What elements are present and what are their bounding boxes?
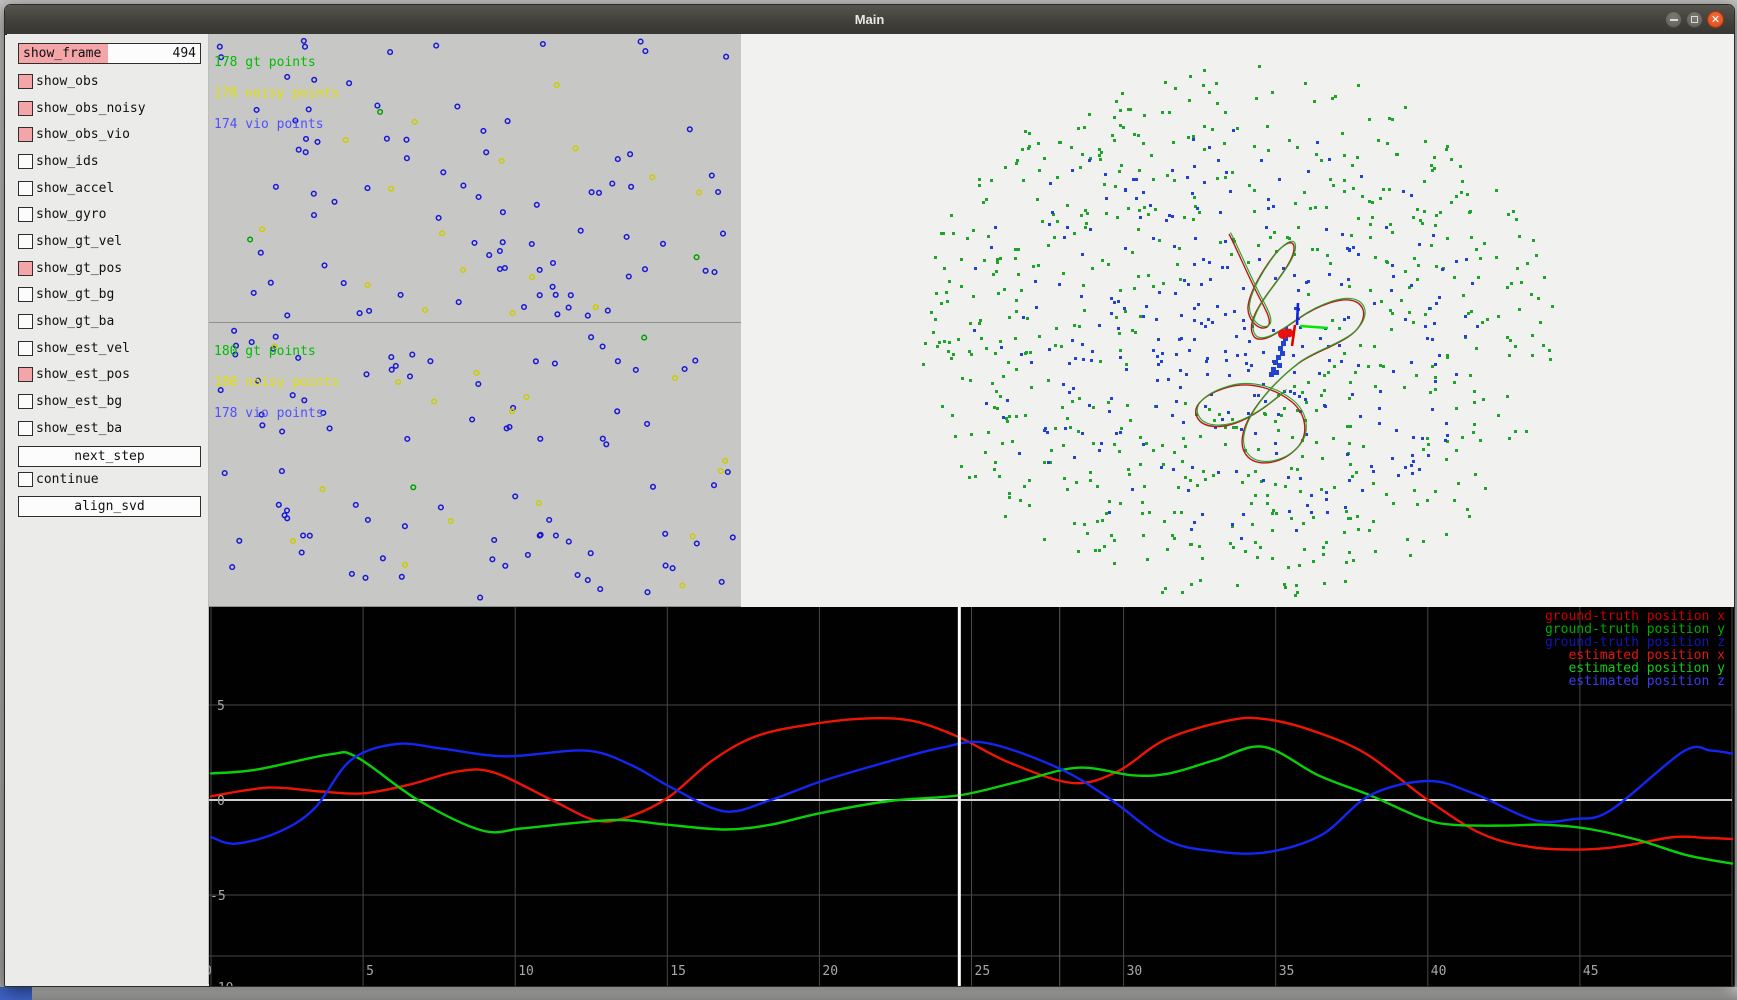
svg-text:5: 5 <box>366 964 374 979</box>
desktop-bottom-strip <box>0 987 1737 1000</box>
camera-view-0[interactable]: 178 gt points 178 noisy points 174 vio p… <box>209 34 741 323</box>
checkbox-label: show_obs_noisy <box>36 100 146 116</box>
svg-text:5: 5 <box>217 699 225 714</box>
svg-text:35: 35 <box>1279 964 1295 979</box>
camera-view-1-overlay: 180 gt points 180 noisy points 178 vio p… <box>214 326 339 440</box>
svg-text:45: 45 <box>1583 964 1599 979</box>
sidebar-checkbox-list: show_obs show_obs_noisy show_obs_vio show_i… <box>18 68 208 442</box>
sidebar-panel: show_frame 494 show_obs show_obs_noisy sho… <box>7 34 209 984</box>
checkbox-label: show_gt_bg <box>36 287 115 303</box>
maximize-icon <box>1691 16 1698 23</box>
checkbox-label: show_est_ba <box>36 420 123 436</box>
show_est_ba-checkbox[interactable] <box>18 420 33 436</box>
map-3d-canvas <box>922 65 1554 597</box>
sidebar-item-show_obs_vio[interactable]: show_obs_vio <box>18 121 208 148</box>
dock-fragment <box>0 987 32 1000</box>
maximize-button[interactable] <box>1686 11 1703 28</box>
show_obs-checkbox[interactable] <box>18 73 33 89</box>
checkbox-label: show_est_vel <box>36 340 130 356</box>
show_gt_vel-checkbox[interactable] <box>18 233 33 249</box>
camera-view-1[interactable]: 180 gt points 180 noisy points 178 vio p… <box>209 323 741 607</box>
main-window: Main ✕ show_frame 494 show_obs show_obs_n… <box>4 4 1735 987</box>
sidebar-item-show_gt_ba[interactable]: show_gt_ba <box>18 308 208 335</box>
slider-value: 494 <box>172 46 196 61</box>
noisy-points-count: 178 noisy points <box>214 86 340 102</box>
gt-points-count: 178 gt points <box>214 54 316 70</box>
position-plot-canvas: 05101520253035404550-5-10 <box>209 607 1734 986</box>
checkbox-label: show_gt_ba <box>36 314 115 330</box>
sidebar-item-show_est_pos[interactable]: show_est_pos <box>18 362 208 389</box>
noisy-points-count: 180 noisy points <box>214 375 340 391</box>
plot-legend: ground-truth position x ground-truth posi… <box>1545 610 1725 689</box>
checkbox-label: show_ids <box>36 153 99 169</box>
sidebar-widgets: show_frame 494 show_obs show_obs_noisy sho… <box>7 34 208 518</box>
close-button[interactable]: ✕ <box>1707 11 1724 28</box>
sidebar-item-show_gyro[interactable]: show_gyro <box>18 201 208 228</box>
desktop: Main ✕ show_frame 494 show_obs show_obs_n… <box>0 0 1737 1000</box>
checkbox-label: show_obs <box>36 73 99 89</box>
camera-views-column: 178 gt points 178 noisy points 174 vio p… <box>209 34 741 607</box>
minimize-button[interactable] <box>1665 11 1682 28</box>
checkbox-label: show_accel <box>36 180 115 196</box>
svg-text:-5: -5 <box>210 889 226 904</box>
sidebar-item-show_obs[interactable]: show_obs <box>18 68 208 95</box>
show_obs_vio-checkbox[interactable] <box>18 127 33 143</box>
show_ids-checkbox[interactable] <box>18 153 33 169</box>
sidebar-item-show_gt_vel[interactable]: show_gt_vel <box>18 228 208 255</box>
show_est_bg-checkbox[interactable] <box>18 394 33 410</box>
sidebar-item-show_est_vel[interactable]: show_est_vel <box>18 335 208 362</box>
titlebar[interactable]: Main ✕ <box>5 5 1734 35</box>
svg-text:10: 10 <box>518 964 534 979</box>
svg-text:0: 0 <box>217 794 225 809</box>
align-svd-button[interactable]: align_svd <box>18 496 201 518</box>
checkbox-label: show_est_bg <box>36 394 123 410</box>
sidebar-item-show_est_bg[interactable]: show_est_bg <box>18 388 208 415</box>
show_gyro-checkbox[interactable] <box>18 207 33 223</box>
window-title: Main <box>854 12 885 27</box>
close-icon: ✕ <box>1710 13 1721 26</box>
camera-view-0-overlay: 178 gt points 178 noisy points 174 vio p… <box>214 37 339 151</box>
position-plot[interactable]: 05101520253035404550-5-10 ground-truth p… <box>209 607 1734 986</box>
svg-text:15: 15 <box>670 964 686 979</box>
checkbox-label: show_gt_vel <box>36 233 123 249</box>
sidebar-item-show_est_ba[interactable]: show_est_ba <box>18 415 208 442</box>
checkbox-label: show_gt_pos <box>36 260 123 276</box>
slider-label: show_frame <box>23 46 102 61</box>
sidebar-item-show_gt_pos[interactable]: show_gt_pos <box>18 255 208 282</box>
checkbox-label: show_est_pos <box>36 367 130 383</box>
sidebar-item-show_ids[interactable]: show_ids <box>18 148 208 175</box>
sidebar-item-continue[interactable]: continue <box>18 467 208 494</box>
continue-label: continue <box>36 472 99 488</box>
show_obs_noisy-checkbox[interactable] <box>18 100 33 116</box>
gt-points-count: 180 gt points <box>214 343 316 359</box>
map-3d-view[interactable] <box>741 34 1734 607</box>
checkbox-label: show_gyro <box>36 207 107 223</box>
show_est_vel-checkbox[interactable] <box>18 340 33 356</box>
svg-text:30: 30 <box>1127 964 1143 979</box>
show_gt_pos-checkbox[interactable] <box>18 260 33 276</box>
continue-checkbox[interactable] <box>18 472 33 488</box>
show_gt_ba-checkbox[interactable] <box>18 314 33 330</box>
checkbox-label: show_obs_vio <box>36 127 130 143</box>
show_gt_bg-checkbox[interactable] <box>18 287 33 303</box>
svg-text:0: 0 <box>209 964 212 979</box>
sidebar-item-show_obs_noisy[interactable]: show_obs_noisy <box>18 95 208 122</box>
vio-points-count: 178 vio points <box>214 406 324 422</box>
show_est_pos-checkbox[interactable] <box>18 367 33 383</box>
next-step-button[interactable]: next_step <box>18 445 201 467</box>
svg-text:20: 20 <box>822 964 838 979</box>
legend-entry: estimated position z <box>1568 673 1725 689</box>
vio-points-count: 174 vio points <box>214 117 324 133</box>
svg-text:-10: -10 <box>210 981 233 986</box>
sidebar-item-show_gt_bg[interactable]: show_gt_bg <box>18 282 208 309</box>
svg-text:25: 25 <box>975 964 991 979</box>
show_accel-checkbox[interactable] <box>18 180 33 196</box>
show-frame-slider[interactable]: show_frame 494 <box>18 43 201 64</box>
svg-text:40: 40 <box>1431 964 1447 979</box>
sidebar-item-show_accel[interactable]: show_accel <box>18 175 208 202</box>
minimize-icon <box>1669 18 1678 21</box>
